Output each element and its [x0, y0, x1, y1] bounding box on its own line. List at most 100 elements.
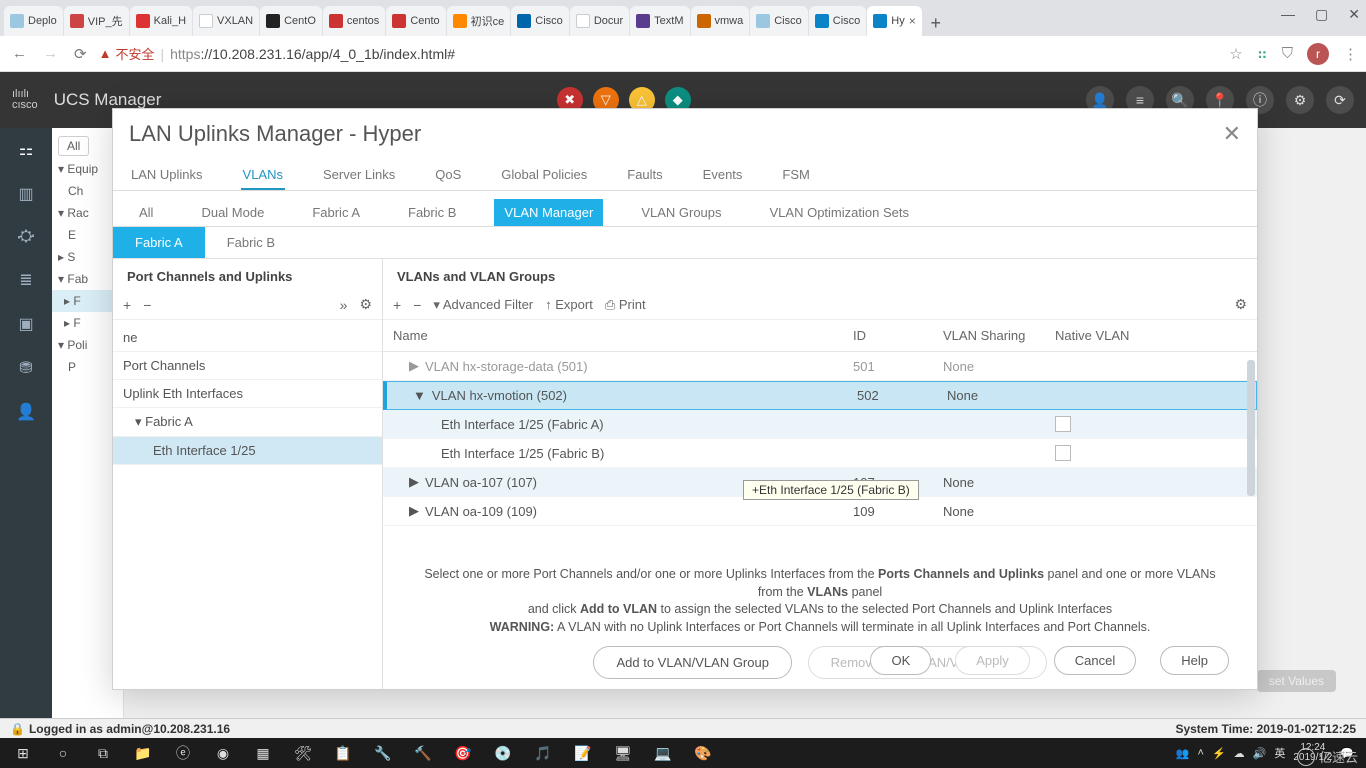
browser-tab[interactable]: vmwa: [691, 6, 750, 36]
translate-icon[interactable]: ⠶: [1257, 45, 1268, 63]
col-sharing[interactable]: VLAN Sharing: [943, 328, 1055, 343]
ime-icon[interactable]: 英: [1274, 745, 1285, 761]
close-icon[interactable]: ×: [909, 14, 916, 28]
browser-tab[interactable]: TextM: [630, 6, 689, 36]
tray-icon[interactable]: ☁: [1234, 747, 1245, 760]
tree-row-eth-interface[interactable]: Eth Interface 1/25: [113, 437, 382, 465]
col-id[interactable]: ID: [853, 328, 943, 343]
close-icon[interactable]: ✕: [1223, 121, 1241, 147]
tab-vlan-groups[interactable]: VLAN Groups: [631, 199, 731, 226]
ok-button[interactable]: OK: [870, 646, 931, 675]
add-icon[interactable]: +: [393, 297, 401, 313]
browser-tab[interactable]: Cisco: [511, 6, 569, 36]
new-tab-button[interactable]: +: [923, 10, 949, 36]
star-icon[interactable]: ☆: [1229, 45, 1242, 63]
app-icon[interactable]: 🛠: [284, 739, 322, 767]
security-warning[interactable]: ▲不安全: [99, 44, 155, 63]
browser-tab-active[interactable]: Hy×: [867, 6, 921, 36]
close-icon[interactable]: ✕: [1348, 6, 1360, 23]
tree-row-fabric-a[interactable]: ▾ Fabric A: [113, 408, 382, 437]
tab-fabric-a[interactable]: Fabric A: [113, 227, 205, 258]
app-icon[interactable]: 💻: [644, 739, 682, 767]
tab-server-links[interactable]: Server Links: [321, 161, 397, 190]
app-icon[interactable]: 📝: [564, 739, 602, 767]
app-icon[interactable]: 🖥: [604, 739, 642, 767]
tray-up-icon[interactable]: ˄: [1198, 747, 1204, 759]
browser-tab[interactable]: Cisco: [809, 6, 867, 36]
tab-all[interactable]: All: [129, 199, 163, 226]
browser-tab[interactable]: Docur: [570, 6, 629, 36]
help-button[interactable]: Help: [1160, 646, 1229, 675]
tab-fsm[interactable]: FSM: [780, 161, 811, 190]
tray-icon[interactable]: ⚡: [1212, 747, 1226, 760]
cortana-icon[interactable]: ○: [44, 739, 82, 767]
maximize-icon[interactable]: ▢: [1315, 6, 1328, 23]
app-icon[interactable]: 🔧: [364, 739, 402, 767]
gear-icon[interactable]: ⚙: [1234, 296, 1247, 313]
remove-icon[interactable]: −: [143, 297, 151, 313]
add-to-vlan-button[interactable]: Add to VLAN/VLAN Group: [593, 646, 791, 679]
tab-vlans[interactable]: VLANs: [241, 161, 285, 190]
browser-tab[interactable]: Kali_H: [130, 6, 192, 36]
menu-icon[interactable]: ⋮: [1343, 45, 1358, 63]
forward-icon[interactable]: →: [39, 45, 62, 62]
table-row[interactable]: ▶VLAN oa-109 (109) 109 None: [383, 497, 1257, 526]
tab-qos[interactable]: QoS: [433, 161, 463, 190]
table-row[interactable]: Eth Interface 1/25 (Fabric A): [383, 410, 1257, 439]
browser-tab[interactable]: Cento: [386, 6, 445, 36]
export-button[interactable]: ↑ Export: [545, 297, 593, 312]
tab-global-policies[interactable]: Global Policies: [499, 161, 589, 190]
tab-faults[interactable]: Faults: [625, 161, 664, 190]
browser-tab[interactable]: Cisco: [750, 6, 808, 36]
gear-icon[interactable]: ⚙: [359, 296, 372, 313]
tab-lan-uplinks[interactable]: LAN Uplinks: [129, 161, 205, 190]
native-vlan-checkbox[interactable]: [1055, 416, 1071, 432]
volume-icon[interactable]: 🔊: [1253, 747, 1267, 760]
expand-icon[interactable]: »: [340, 297, 348, 313]
table-row-selected[interactable]: ▼VLAN hx-vmotion (502) 502 None: [383, 381, 1257, 410]
shield-icon[interactable]: ⛉: [1282, 45, 1293, 62]
people-icon[interactable]: 👥: [1176, 747, 1190, 760]
col-name[interactable]: Name: [393, 328, 853, 343]
cancel-button[interactable]: Cancel: [1054, 646, 1136, 675]
advanced-filter-button[interactable]: ▾ Advanced Filter: [433, 297, 533, 313]
scrollbar-thumb[interactable]: [1247, 360, 1255, 496]
app-icon[interactable]: 🎯: [444, 739, 482, 767]
minimize-icon[interactable]: —: [1281, 6, 1295, 23]
tree-row-port-channels[interactable]: Port Channels: [113, 352, 382, 380]
expand-arrow-icon[interactable]: ▶: [409, 358, 419, 374]
tab-vlan-manager[interactable]: VLAN Manager: [494, 199, 603, 226]
native-vlan-checkbox[interactable]: [1055, 445, 1071, 461]
tab-dual-mode[interactable]: Dual Mode: [191, 199, 274, 226]
tree-row[interactable]: ne: [113, 324, 382, 352]
start-icon[interactable]: ⊞: [4, 739, 42, 767]
tab-fabric-a[interactable]: Fabric A: [302, 199, 370, 226]
tab-fabric-b[interactable]: Fabric B: [205, 227, 297, 258]
collapse-arrow-icon[interactable]: ▼: [413, 388, 426, 403]
browser-tab[interactable]: VXLAN: [193, 6, 259, 36]
expand-arrow-icon[interactable]: ▶: [409, 503, 419, 519]
browser-tab[interactable]: centos: [323, 6, 385, 36]
taskview-icon[interactable]: ⧉: [84, 739, 122, 767]
col-native[interactable]: Native VLAN: [1055, 328, 1247, 343]
app-icon[interactable]: ▦: [244, 739, 282, 767]
browser-tab[interactable]: VIP_先: [64, 6, 129, 36]
print-button[interactable]: ⎙ Print: [605, 297, 646, 313]
browser-tab[interactable]: Deplo: [4, 6, 63, 36]
remove-icon[interactable]: −: [413, 297, 421, 313]
table-row[interactable]: ▶VLAN hx-storage-data (501) 501 None: [383, 352, 1257, 381]
paint-icon[interactable]: 🎨: [684, 739, 722, 767]
back-icon[interactable]: ←: [8, 45, 31, 62]
tab-fabric-b[interactable]: Fabric B: [398, 199, 466, 226]
explorer-icon[interactable]: 📁: [124, 739, 162, 767]
add-icon[interactable]: +: [123, 297, 131, 313]
app-icon[interactable]: 📋: [324, 739, 362, 767]
tree-row-uplink-eth[interactable]: Uplink Eth Interfaces: [113, 380, 382, 408]
reload-icon[interactable]: ⟳: [70, 45, 91, 63]
url-field[interactable]: ▲不安全 | https://10.208.231.16/app/4_0_1b/…: [99, 44, 1222, 63]
app-icon[interactable]: 🎵: [524, 739, 562, 767]
profile-avatar[interactable]: r: [1307, 43, 1329, 65]
browser-tab[interactable]: CentO: [260, 6, 322, 36]
tab-vlan-optimization[interactable]: VLAN Optimization Sets: [760, 199, 919, 226]
expand-arrow-icon[interactable]: ▶: [409, 474, 419, 490]
